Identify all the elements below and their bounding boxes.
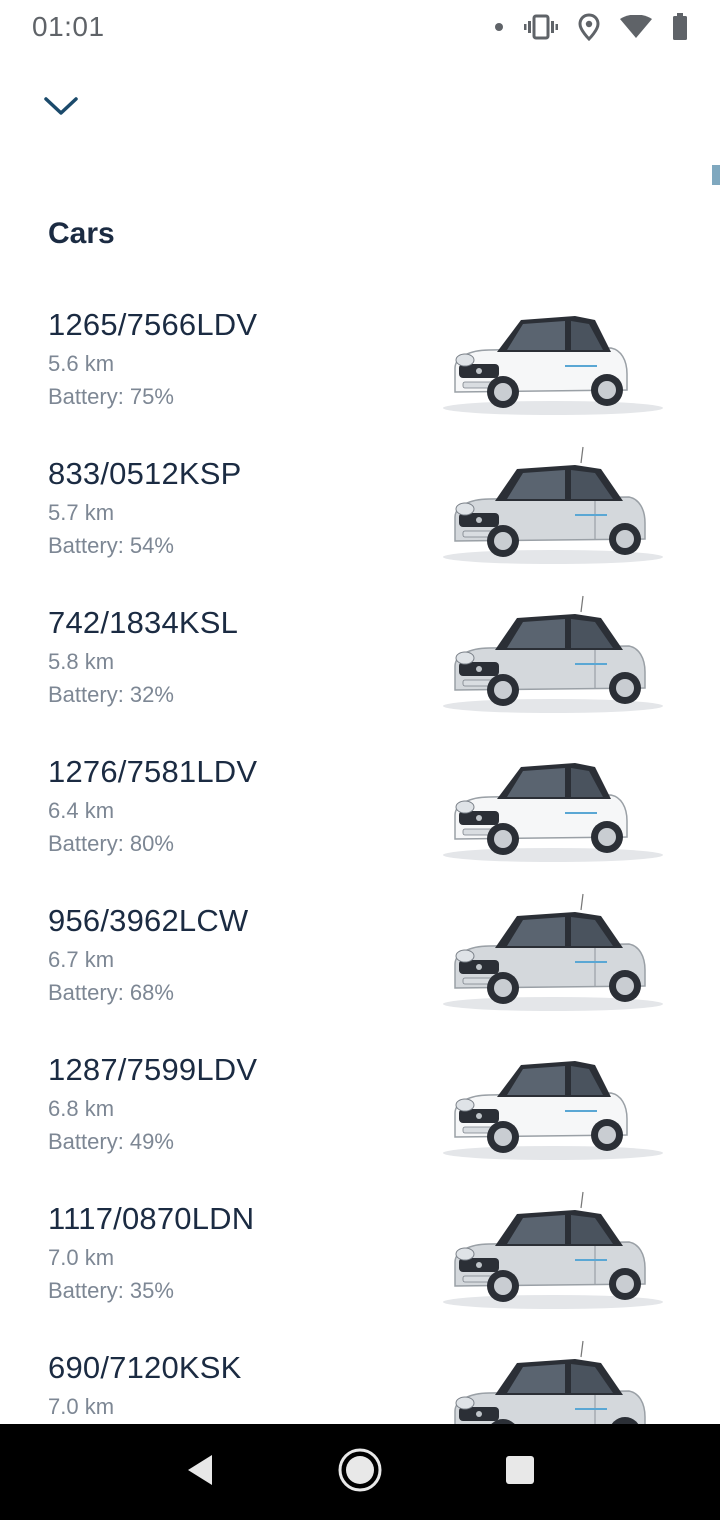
car-plate: 1287/7599LDV bbox=[48, 1052, 258, 1087]
car-battery: Battery: 75% bbox=[48, 384, 174, 409]
car-distance: 6.4 km bbox=[48, 798, 115, 823]
car-list-item[interactable]: 1117/0870LDN 7.0 km Battery: 35% bbox=[0, 1184, 720, 1333]
car-battery: Battery: 68% bbox=[48, 980, 174, 1005]
chevron-down-icon bbox=[43, 95, 79, 122]
car-plate: 690/7120KSK bbox=[48, 1350, 242, 1385]
car-image bbox=[425, 1039, 665, 1169]
status-time: 01:01 bbox=[32, 11, 105, 42]
notification-dot-icon bbox=[494, 22, 504, 32]
collapse-button[interactable] bbox=[36, 88, 86, 128]
car-list-item[interactable]: 956/3962LCW 6.7 km Battery: 68% bbox=[0, 886, 720, 1035]
recents-button[interactable] bbox=[490, 1442, 550, 1502]
navigation-bar bbox=[0, 1424, 720, 1520]
car-battery: Battery: 32% bbox=[48, 682, 174, 707]
car-plate: 742/1834KSL bbox=[48, 605, 239, 640]
car-distance: 5.7 km bbox=[48, 500, 115, 525]
location-icon bbox=[578, 13, 600, 41]
car-list-item[interactable]: 833/0512KSP 5.7 km Battery: 54% bbox=[0, 439, 720, 588]
car-distance: 6.7 km bbox=[48, 947, 115, 972]
car-plate: 833/0512KSP bbox=[48, 456, 242, 491]
scroll-indicator bbox=[712, 165, 720, 185]
home-icon bbox=[337, 1447, 383, 1498]
back-icon bbox=[184, 1453, 216, 1492]
car-image bbox=[425, 592, 665, 722]
car-list: 1265/7566LDV 5.6 km Battery: 75% 833/0512KS… bbox=[0, 290, 720, 1482]
screen: 01:01 Cars 1265/7566LDV 5.6 km Battery: … bbox=[0, 0, 720, 1520]
car-distance: 5.8 km bbox=[48, 649, 115, 674]
car-list-item[interactable]: 742/1834KSL 5.8 km Battery: 32% bbox=[0, 588, 720, 737]
car-battery: Battery: 80% bbox=[48, 831, 174, 856]
battery-icon bbox=[672, 13, 688, 41]
car-distance: 6.8 km bbox=[48, 1096, 115, 1121]
car-image bbox=[425, 890, 665, 1020]
home-button[interactable] bbox=[330, 1442, 390, 1502]
section-title: Cars bbox=[48, 217, 115, 250]
recents-icon bbox=[504, 1454, 536, 1491]
car-image bbox=[425, 294, 665, 424]
car-plate: 956/3962LCW bbox=[48, 903, 249, 938]
car-list-item[interactable]: 1265/7566LDV 5.6 km Battery: 75% bbox=[0, 290, 720, 439]
car-image bbox=[425, 1188, 665, 1318]
status-icons bbox=[494, 13, 688, 41]
wifi-icon bbox=[620, 15, 652, 39]
car-battery: Battery: 35% bbox=[48, 1278, 174, 1303]
car-plate: 1265/7566LDV bbox=[48, 307, 258, 342]
car-distance: 7.0 km bbox=[48, 1394, 115, 1419]
back-button[interactable] bbox=[170, 1442, 230, 1502]
car-plate: 1276/7581LDV bbox=[48, 754, 258, 789]
car-battery: Battery: 49% bbox=[48, 1129, 174, 1154]
car-distance: 5.6 km bbox=[48, 351, 115, 376]
car-plate: 1117/0870LDN bbox=[48, 1201, 255, 1236]
status-bar: 01:01 bbox=[0, 0, 720, 54]
vibrate-icon bbox=[524, 14, 558, 40]
car-list-item[interactable]: 1287/7599LDV 6.8 km Battery: 49% bbox=[0, 1035, 720, 1184]
car-list-item[interactable]: 1276/7581LDV 6.4 km Battery: 80% bbox=[0, 737, 720, 886]
car-battery: Battery: 54% bbox=[48, 533, 174, 558]
car-image bbox=[425, 741, 665, 871]
car-distance: 7.0 km bbox=[48, 1245, 115, 1270]
car-image bbox=[425, 443, 665, 573]
